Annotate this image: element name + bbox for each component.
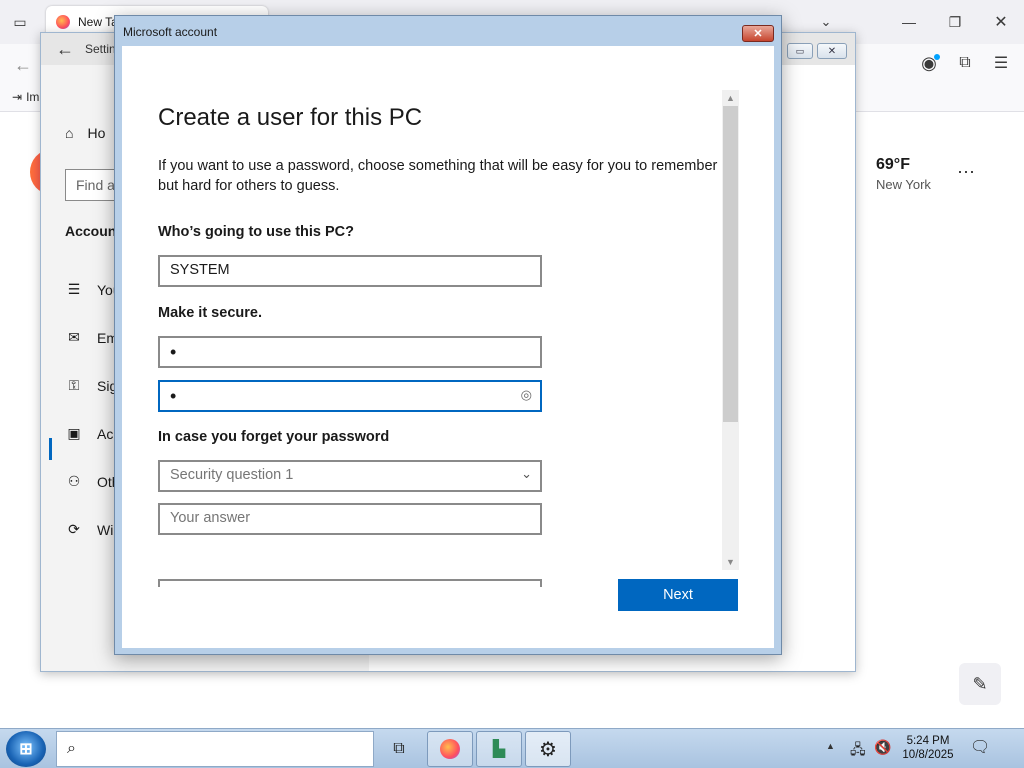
app-icon: ▙ bbox=[492, 741, 506, 758]
firefox-icon bbox=[56, 15, 70, 29]
back-arrow-icon[interactable]: ← bbox=[55, 38, 75, 60]
dialog-body: Create a user for this PC If you want to… bbox=[122, 46, 774, 648]
security-question-select[interactable]: Security question 1 ⌄ bbox=[158, 460, 542, 492]
key-icon: ⚿ bbox=[68, 377, 80, 393]
settings-title: Settin bbox=[85, 42, 116, 56]
reveal-password-icon[interactable]: ◎ bbox=[521, 387, 532, 403]
notification-center-icon[interactable]: 🗨 bbox=[970, 737, 990, 757]
network-icon[interactable]: 🖧 bbox=[850, 739, 866, 763]
sync-icon: ⟳ bbox=[68, 521, 80, 537]
minimize-icon[interactable]: — bbox=[898, 12, 920, 32]
nav-home-label: Ho bbox=[87, 125, 106, 141]
sidebar-item-label: Wi bbox=[97, 521, 114, 538]
security-question-placeholder: Security question 1 bbox=[170, 467, 294, 483]
confirm-password-field[interactable]: • ◎ bbox=[158, 380, 542, 412]
taskbar-settings-button[interactable]: ⚙ bbox=[525, 731, 571, 767]
username-label: Who’s going to use this PC? bbox=[158, 224, 355, 240]
hamburger-menu-icon[interactable]: ☰ bbox=[990, 52, 1012, 74]
restore-icon[interactable]: ❐ bbox=[944, 12, 966, 32]
sidebar-item-email[interactable]: ✉ Em bbox=[65, 329, 118, 346]
extensions-icon[interactable]: ⧉ bbox=[954, 52, 976, 74]
chevron-down-icon[interactable]: ⌄ bbox=[816, 12, 836, 32]
secure-label: Make it secure. bbox=[158, 305, 262, 321]
recovery-label: In case you forget your password bbox=[158, 429, 390, 445]
sidebar-item-sync[interactable]: ⟳ Wi bbox=[65, 521, 113, 538]
chevron-down-icon: ⌄ bbox=[521, 466, 532, 481]
person-add-icon: ⚇ bbox=[67, 473, 81, 489]
bookmark-import[interactable]: ⇥ Im bbox=[12, 90, 39, 104]
import-icon: ⇥ bbox=[12, 90, 23, 104]
notification-dot bbox=[934, 54, 940, 60]
intro-text: If you want to use a password, choose so… bbox=[158, 158, 718, 194]
nav-section-title: Accoun bbox=[65, 223, 117, 239]
nav-home[interactable]: ⌂ Ho bbox=[65, 125, 105, 141]
confirm-password-mask: • bbox=[170, 386, 177, 406]
sidebar-item-your-info[interactable]: ☰ You bbox=[65, 281, 121, 298]
weather-city: New York bbox=[876, 177, 931, 192]
weather-temperature: 69°F bbox=[876, 156, 910, 173]
gear-icon: ⚙ bbox=[539, 738, 557, 761]
taskbar: ⊞ ⌕ ⧉ ▙ ⚙ ▲ 🖧 🔇 5:24 PM 10/8/2025 🗨 bbox=[0, 728, 1024, 768]
sidebar-item-access[interactable]: ▣ Acc bbox=[65, 425, 120, 442]
tab-list-icon[interactable]: ▭ bbox=[10, 12, 30, 32]
more-options-icon[interactable]: ⋯ bbox=[954, 162, 978, 182]
page-title: Create a user for this PC bbox=[158, 104, 423, 131]
scroll-thumb[interactable] bbox=[723, 106, 738, 422]
scroll-up-arrow-icon[interactable]: ▲ bbox=[722, 90, 739, 106]
restore-button[interactable]: ▭ bbox=[787, 43, 813, 59]
firefox-icon bbox=[440, 739, 460, 759]
briefcase-icon: ▣ bbox=[67, 425, 81, 441]
close-button[interactable]: ✕ bbox=[817, 43, 847, 59]
close-icon[interactable]: ✕ bbox=[990, 12, 1012, 32]
mail-icon: ✉ bbox=[68, 329, 80, 345]
username-field[interactable]: SYSTEM bbox=[158, 255, 542, 287]
windows-logo-icon: ⊞ bbox=[19, 741, 33, 758]
microsoft-account-dialog: Microsoft account ✕ Create a user for th… bbox=[114, 15, 782, 655]
search-icon: ⌕ bbox=[67, 740, 76, 757]
password-mask: • bbox=[170, 342, 177, 362]
taskbar-search-input[interactable]: ⌕ bbox=[56, 731, 374, 767]
dialog-title: Microsoft account bbox=[123, 25, 218, 39]
edit-pencil-button[interactable]: ✎ bbox=[959, 663, 1001, 705]
clock[interactable]: 5:24 PM 10/8/2025 bbox=[896, 734, 960, 762]
back-arrow-icon[interactable]: ← bbox=[12, 54, 34, 76]
tab-title: New Ta bbox=[78, 15, 118, 29]
scrollbar[interactable]: ▲ ▼ bbox=[722, 90, 739, 570]
scroll-down-arrow-icon[interactable]: ▼ bbox=[722, 554, 739, 570]
clock-time: 5:24 PM bbox=[906, 735, 950, 747]
home-icon: ⌂ bbox=[65, 125, 74, 141]
active-indicator bbox=[49, 438, 52, 460]
task-view-button[interactable]: ⧉ bbox=[377, 731, 421, 767]
security-question-select-2[interactable] bbox=[158, 579, 542, 587]
volume-muted-icon[interactable]: 🔇 bbox=[874, 739, 891, 756]
pencil-icon: ✎ bbox=[972, 673, 988, 694]
start-button[interactable]: ⊞ bbox=[6, 731, 46, 767]
next-button[interactable]: Next bbox=[618, 579, 738, 611]
clock-date: 10/8/2025 bbox=[902, 749, 954, 761]
security-answer-input[interactable]: Your answer bbox=[158, 503, 542, 535]
show-hidden-icons-icon[interactable]: ▲ bbox=[826, 741, 835, 751]
taskbar-firefox-button[interactable] bbox=[427, 731, 473, 767]
sidebar-item-other-users[interactable]: ⚇ Oth bbox=[65, 473, 120, 490]
taskbar-app-button[interactable]: ▙ bbox=[476, 731, 522, 767]
sidebar-item-sign-in[interactable]: ⚿ Sig bbox=[65, 377, 118, 394]
bookmark-label: Im bbox=[26, 90, 40, 104]
password-field[interactable]: • bbox=[158, 336, 542, 368]
task-view-icon: ⧉ bbox=[393, 740, 405, 757]
dialog-close-button[interactable]: ✕ bbox=[742, 25, 774, 42]
person-list-icon: ☰ bbox=[67, 281, 81, 297]
weather-widget[interactable]: 69°F New York bbox=[876, 156, 931, 192]
notification-icon: 🗨 bbox=[970, 739, 991, 756]
